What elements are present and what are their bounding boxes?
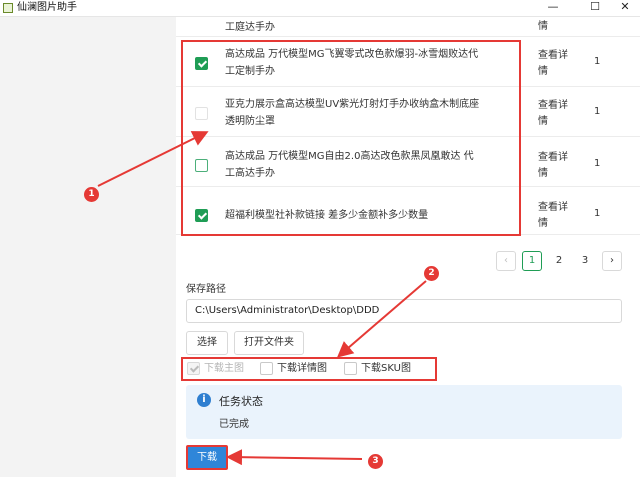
close-button[interactable]: ✕ [610,0,640,16]
product-name: 亚克力展示盒高达模型UV紫光灯射灯手办收纳盒木制底座 透明防尘罩 [225,99,480,127]
product-name: 高达成品 万代模型MG自由2.0高达改色款黑凤凰敢达 代 工高达手办 [225,151,474,179]
option-detail-image[interactable]: 下载详情图 [260,362,335,375]
detail-image-checkbox[interactable] [260,362,273,375]
choose-button[interactable]: 选择 [186,331,228,355]
main-image-label: 下载主图 [204,363,244,374]
minimize-button[interactable]: — [538,0,568,16]
product-name: 工庭达手办 [225,22,275,33]
download-button[interactable]: 下载 [186,445,228,470]
pagination-page-3[interactable]: 3 [575,251,595,271]
detail-image-label: 下载详情图 [277,363,327,374]
sku-image-checkbox[interactable] [344,362,357,375]
task-status-message: 已完成 [219,419,249,430]
pagination-page-1[interactable]: 1 [522,251,542,271]
row-checkbox[interactable] [195,107,208,120]
row-checkbox[interactable] [195,209,208,222]
detail-link[interactable]: 查看详 情 [538,48,578,80]
table-row: 高达成品 万代模型MG自由2.0高达改色款黑凤凰敢达 代 工高达手办 查看详 情… [176,137,640,187]
maximize-button[interactable]: ☐ [580,0,610,16]
annotation-marker-3: 3 [368,454,383,469]
product-name: 高达成品 万代模型MG飞翼零式改色款爆羽-冰雪烟败达代 工定制手办 [225,49,479,77]
annotation-marker-1: 1 [84,187,99,202]
pagination-page-2[interactable]: 2 [549,251,569,271]
table-row: 高达成品 万代模型MG飞翼零式改色款爆羽-冰雪烟败达代 工定制手办 查看详 情 … [176,37,640,87]
quantity: 1 [594,56,601,67]
detail-link[interactable]: 情 [538,20,578,34]
sku-image-label: 下载SKU图 [361,363,411,374]
main-image-checkbox[interactable] [187,362,200,375]
app-icon [3,3,13,13]
quantity: 1 [594,208,601,219]
title-bar: 仙澜图片助手 — ☐ ✕ [0,0,640,17]
detail-link[interactable]: 查看详 情 [538,98,578,130]
annotation-marker-2: 2 [424,266,439,281]
info-icon: i [197,393,211,407]
table-row: 亚克力展示盒高达模型UV紫光灯射灯手办收纳盒木制底座 透明防尘罩 查看详 情 1 [176,87,640,137]
detail-link[interactable]: 查看详 情 [538,200,578,232]
option-main-image[interactable]: 下载主图 [187,362,247,375]
task-status-alert: i 任务状态 已完成 [186,385,622,439]
row-checkbox[interactable] [195,159,208,172]
quantity: 1 [594,106,601,117]
save-path-label: 保存路径 [186,284,226,295]
detail-link[interactable]: 查看详 情 [538,150,578,182]
quantity: 1 [594,158,601,169]
task-status-title: 任务状态 [219,395,263,408]
option-sku-image[interactable]: 下载SKU图 [344,362,419,375]
save-path-input[interactable]: C:\Users\Administrator\Desktop\DDD [186,299,622,323]
pagination-prev-button[interactable]: ‹ [496,251,516,271]
table-row: 超福利模型社补款链接 差多少金额补多少数量 查看详 情 1 [176,187,640,235]
pagination-next-button[interactable]: › [602,251,622,271]
row-checkbox[interactable] [195,57,208,70]
product-name: 超福利模型社补款链接 差多少金额补多少数量 [225,210,429,221]
table-row: 工庭达手办 情 [176,17,640,37]
open-folder-button[interactable]: 打开文件夹 [234,331,304,355]
window-title: 仙澜图片助手 [17,2,77,13]
